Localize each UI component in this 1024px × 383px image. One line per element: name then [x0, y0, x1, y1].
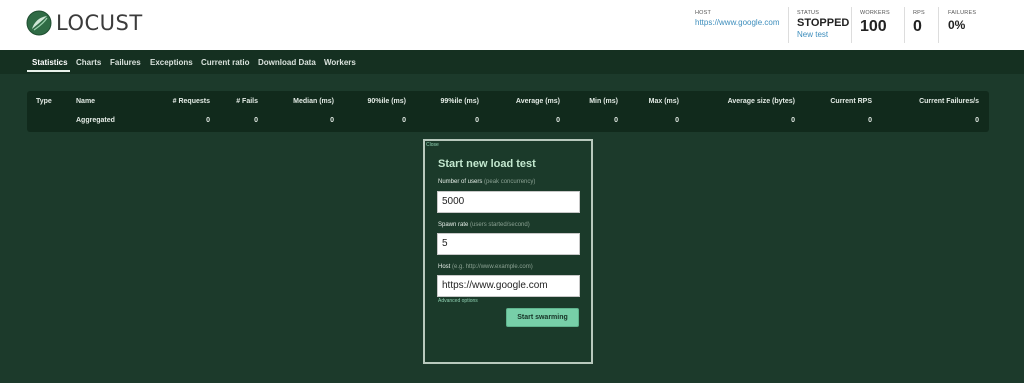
column-header[interactable]: 99%ile (ms)	[440, 98, 479, 105]
app-title: LOCUST	[56, 11, 143, 35]
header-divider	[904, 7, 905, 43]
header-divider	[938, 7, 939, 43]
top-header: LOCUST HOST https://www.google.com STATU…	[0, 0, 1024, 50]
start-swarming-button[interactable]: Start swarming	[506, 308, 579, 327]
failures-value: 0%	[948, 18, 966, 32]
host-stat: HOST https://www.google.com	[695, 10, 779, 27]
statistics-table: Type Name # Requests # Fails Median (ms)…	[27, 91, 989, 132]
cell-current-rps: 0	[868, 117, 872, 124]
column-header[interactable]: Type	[36, 98, 52, 105]
cell-avg-size: 0	[791, 117, 795, 124]
column-header[interactable]: # Fails	[236, 98, 258, 105]
host-field-label: Host (e.g. http://www.example.com)	[438, 264, 533, 270]
tab-failures[interactable]: Failures	[110, 58, 141, 67]
locust-logo[interactable]: LOCUST	[26, 10, 143, 36]
column-header[interactable]: Max (ms)	[649, 98, 679, 105]
spawn-rate-label-text: Spawn rate	[438, 222, 469, 228]
status-value: STOPPED	[797, 17, 850, 29]
close-link[interactable]: Close	[426, 142, 439, 148]
tab-download-data[interactable]: Download Data	[258, 58, 316, 67]
cell-requests: 0	[206, 117, 210, 124]
host-input[interactable]: https://www.google.com	[437, 275, 580, 297]
advanced-options-link[interactable]: Advanced options	[438, 298, 478, 304]
workers-value: 100	[860, 18, 887, 35]
new-test-link[interactable]: New test	[797, 30, 849, 39]
nav-bar: Statistics Charts Failures Exceptions Cu…	[0, 50, 1024, 74]
cell-p99: 0	[475, 117, 479, 124]
status-label: STATUS	[797, 10, 820, 16]
failures-stat: FAILURES 0%	[948, 10, 976, 32]
tab-current-ratio[interactable]: Current ratio	[201, 58, 249, 67]
host-link[interactable]: https://www.google.com	[695, 18, 779, 27]
cell-median: 0	[330, 117, 334, 124]
start-test-modal: Close Start new load test Number of user…	[423, 139, 593, 364]
column-header[interactable]: Average size (bytes)	[728, 98, 795, 105]
host-hint: (e.g. http://www.example.com)	[452, 264, 533, 270]
status-stat: STATUS STOPPED New test	[797, 10, 849, 39]
host-label: HOST	[695, 10, 712, 16]
column-header[interactable]: Name	[76, 98, 95, 105]
cell-fails: 0	[254, 117, 258, 124]
modal-title: Start new load test	[438, 158, 536, 170]
cell-name: Aggregated	[76, 117, 115, 124]
users-input[interactable]: 5000	[437, 191, 580, 213]
tab-statistics[interactable]: Statistics	[32, 58, 68, 67]
tab-workers[interactable]: Workers	[324, 58, 356, 67]
header-divider	[851, 7, 852, 43]
column-header[interactable]: # Requests	[173, 98, 210, 105]
cell-average: 0	[556, 117, 560, 124]
tab-charts[interactable]: Charts	[76, 58, 101, 67]
active-tab-indicator	[27, 70, 70, 72]
spawn-rate-hint: (users started/second)	[470, 222, 530, 228]
spawn-rate-label: Spawn rate (users started/second)	[438, 222, 530, 228]
users-hint: (peak concurrency)	[484, 179, 536, 185]
tab-exceptions[interactable]: Exceptions	[150, 58, 193, 67]
rps-label: RPS	[913, 10, 925, 16]
workers-stat: WORKERS 100	[860, 10, 890, 36]
column-header[interactable]: Current RPS	[830, 98, 872, 105]
column-header[interactable]: Average (ms)	[516, 98, 560, 105]
column-header[interactable]: Current Failures/s	[919, 98, 979, 105]
rps-value: 0	[913, 18, 922, 35]
cell-p90: 0	[402, 117, 406, 124]
cell-min: 0	[614, 117, 618, 124]
users-label: Number of users (peak concurrency)	[438, 179, 535, 185]
header-divider	[788, 7, 789, 43]
cell-max: 0	[675, 117, 679, 124]
spawn-rate-input[interactable]: 5	[437, 233, 580, 255]
locust-logo-icon	[26, 10, 52, 36]
failures-label: FAILURES	[948, 10, 977, 16]
users-label-text: Number of users	[438, 179, 483, 185]
workers-label: WORKERS	[860, 10, 890, 16]
column-header[interactable]: Min (ms)	[589, 98, 618, 105]
column-header[interactable]: Median (ms)	[293, 98, 334, 105]
cell-current-failures: 0	[975, 117, 979, 124]
rps-stat: RPS 0	[913, 10, 925, 36]
host-field-label-text: Host	[438, 264, 451, 270]
column-header[interactable]: 90%ile (ms)	[367, 98, 406, 105]
